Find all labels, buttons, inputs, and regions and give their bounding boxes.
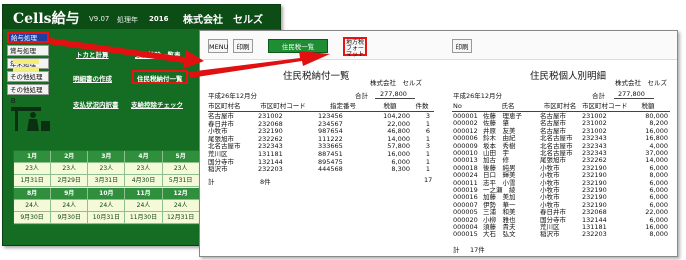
red-arrows [48, 38, 330, 78]
arrow-to-sheet-icon [48, 38, 204, 69]
arrow-to-format-icon [188, 51, 330, 78]
